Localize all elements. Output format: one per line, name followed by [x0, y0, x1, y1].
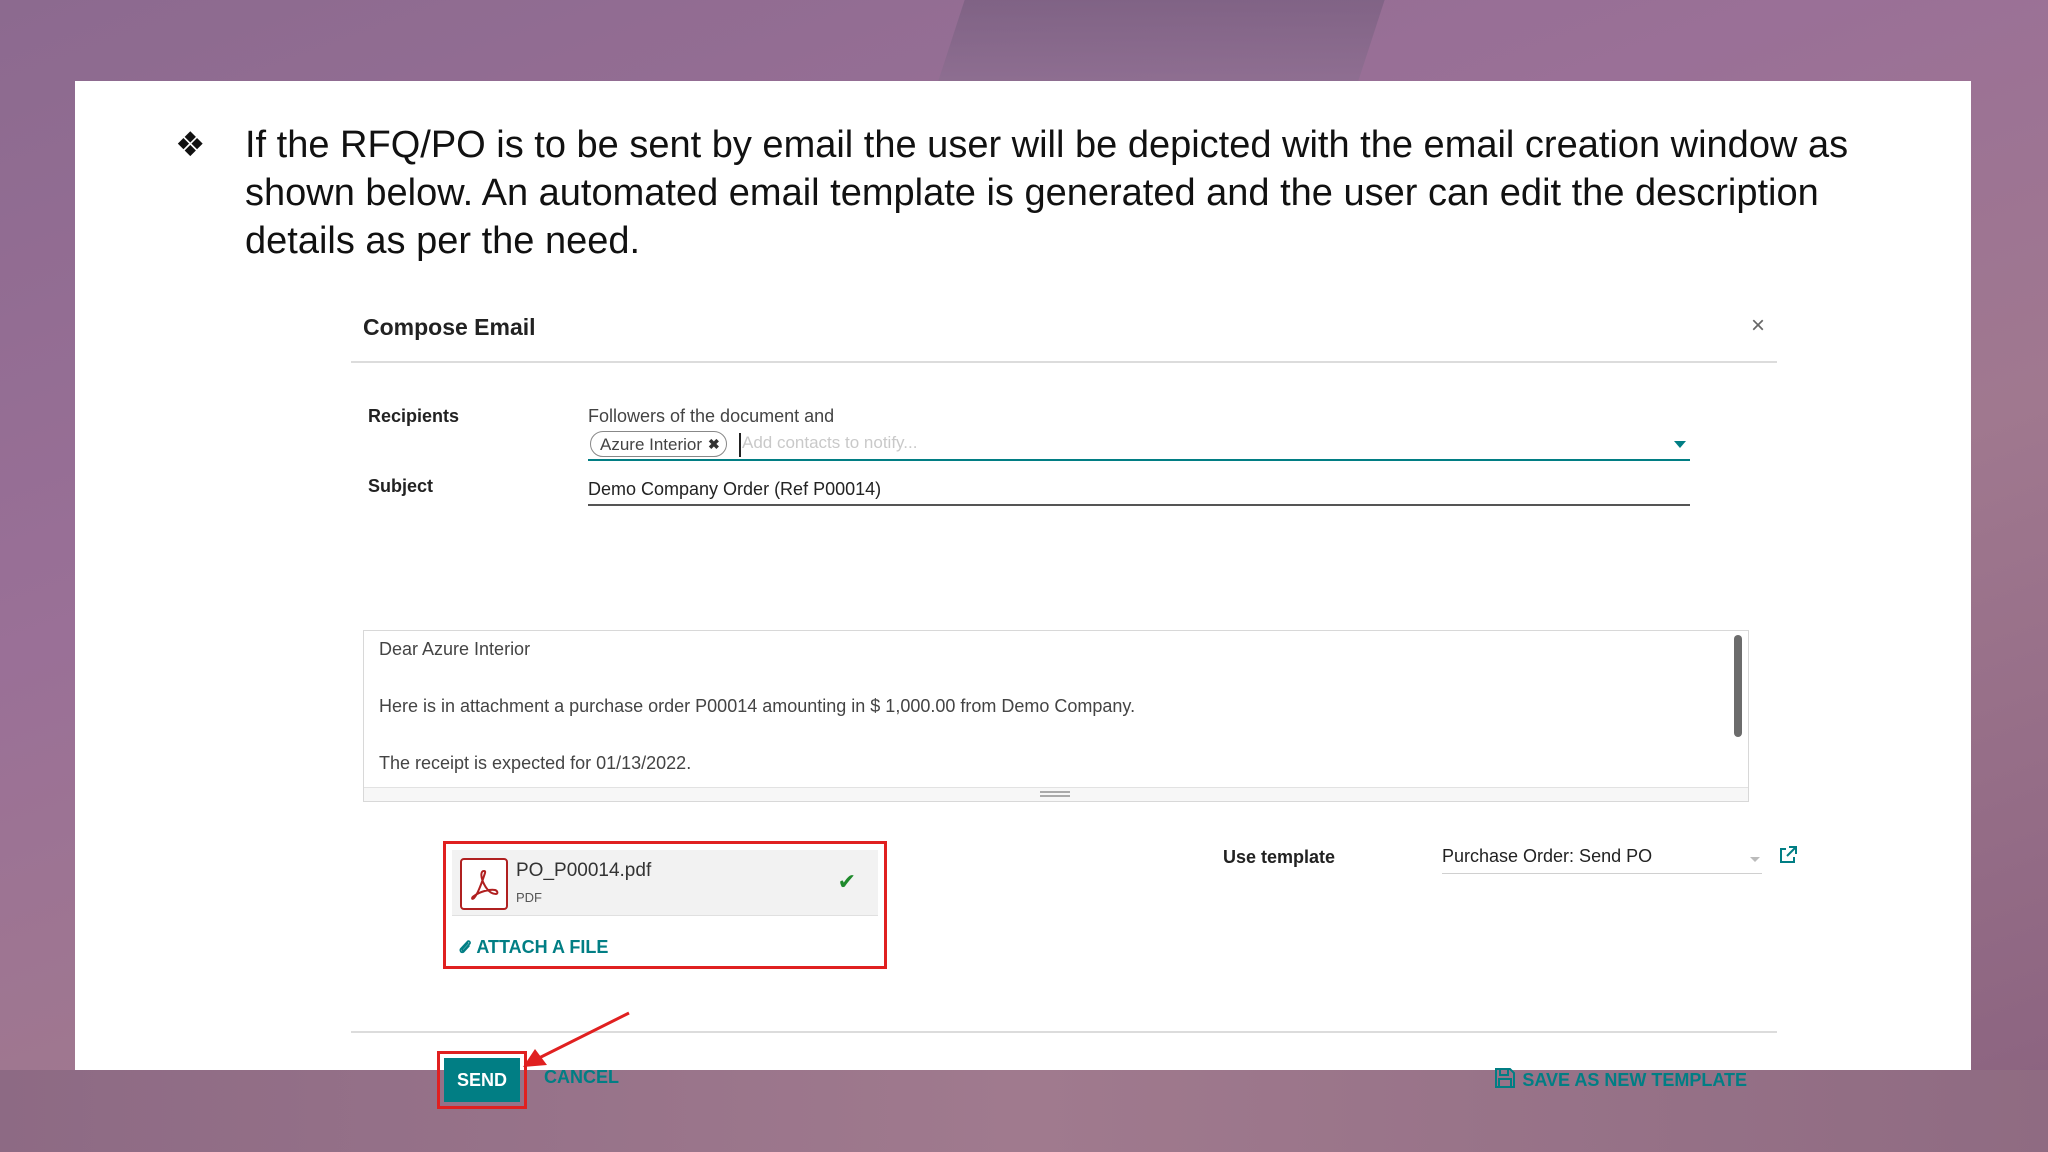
send-button[interactable]: SEND	[444, 1058, 520, 1102]
paperclip-icon	[458, 937, 476, 957]
template-value: Purchase Order: Send PO	[1442, 846, 1653, 866]
red-arrow-annotation	[523, 1011, 630, 1067]
subject-label: Subject	[368, 476, 434, 496]
background-decoration	[935, 0, 1385, 90]
chevron-down-icon[interactable]	[1674, 441, 1686, 448]
slide: ❖ If the RFQ/PO is to be sent by email t…	[75, 81, 1971, 1109]
recipient-tag[interactable]: Azure Interior ✖	[590, 431, 727, 457]
scrollbar[interactable]	[1734, 635, 1742, 737]
close-icon[interactable]: ×	[1751, 312, 1765, 340]
grip-icon	[1040, 791, 1070, 797]
attach-file-label: ATTACH A FILE	[476, 937, 609, 957]
floppy-disk-icon	[1494, 1067, 1516, 1094]
instruction-text: If the RFQ/PO is to be sent by email the…	[245, 124, 1849, 262]
resize-handle[interactable]	[364, 787, 1748, 801]
email-body-editor[interactable]: Dear Azure Interior Here is in attachmen…	[363, 630, 1749, 802]
followers-text: Followers of the document and	[588, 406, 835, 426]
attachment-file-type: PDF	[516, 890, 542, 905]
use-template-label: Use template	[1223, 847, 1336, 867]
recipients-field[interactable]: Azure Interior ✖	[588, 431, 1690, 461]
body-line-1: Here is in attachment a purchase order P…	[379, 696, 1136, 716]
attachment-file-name: PO_P00014.pdf	[516, 860, 652, 881]
instruction-bullet: ❖ If the RFQ/PO is to be sent by email t…	[175, 121, 1935, 265]
body-greeting: Dear Azure Interior	[379, 639, 531, 659]
body-line-2: The receipt is expected for 01/13/2022.	[379, 753, 692, 773]
compose-email-dialog: Compose Email × Recipients Followers of …	[351, 306, 1797, 1109]
attachments-highlight: PO_P00014.pdf PDF ✔ ATTACH A FILE	[443, 841, 887, 969]
send-highlight: SEND	[437, 1051, 527, 1109]
bullet-icon: ❖	[175, 125, 206, 165]
contacts-input[interactable]	[742, 433, 1642, 453]
recipients-label: Recipients	[368, 406, 460, 426]
subject-value: Demo Company Order (Ref P00014)	[588, 479, 882, 499]
remove-tag-icon[interactable]: ✖	[708, 433, 720, 456]
attachment-card[interactable]: PO_P00014.pdf PDF ✔	[452, 850, 878, 916]
chevron-down-icon	[1750, 857, 1760, 862]
recipient-tag-label: Azure Interior	[600, 434, 703, 454]
text-cursor	[739, 433, 741, 457]
dialog-title: Compose Email	[363, 314, 536, 340]
pdf-icon	[460, 858, 508, 910]
template-select[interactable]: Purchase Order: Send PO	[1442, 844, 1762, 874]
external-link-icon[interactable]	[1778, 845, 1798, 865]
save-template-label: SAVE AS NEW TEMPLATE	[1522, 1070, 1747, 1090]
attach-file-button[interactable]: ATTACH A FILE	[458, 937, 608, 958]
save-as-new-template-button[interactable]: SAVE AS NEW TEMPLATE	[1494, 1067, 1747, 1094]
check-icon: ✔	[837, 870, 856, 895]
subject-field[interactable]: Demo Company Order (Ref P00014)	[588, 474, 1690, 506]
dialog-header: Compose Email ×	[351, 306, 1777, 363]
